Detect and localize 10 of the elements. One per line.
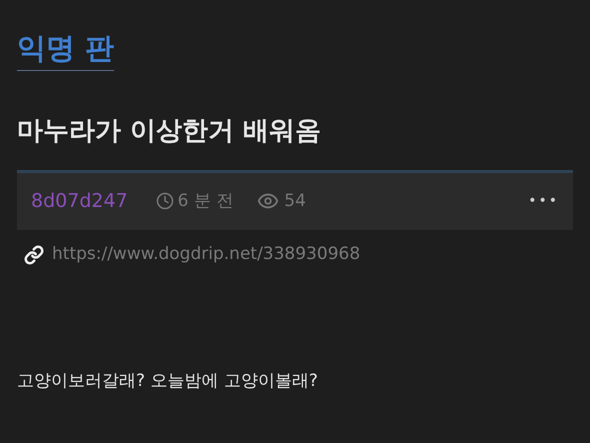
more-button[interactable]: ••• xyxy=(528,190,559,212)
clock-icon xyxy=(156,192,174,210)
author-name[interactable]: 8d07d247 xyxy=(31,187,128,216)
view-count: 54 xyxy=(284,190,306,212)
post-url[interactable]: https://www.dogdrip.net/338930968 xyxy=(52,242,360,268)
post-time: 6 분 전 xyxy=(178,190,234,212)
link-icon xyxy=(24,244,44,264)
post-title: 마누라가 이상한거 배워옴 xyxy=(17,115,322,148)
board-title[interactable]: 익명 판 xyxy=(17,30,114,72)
post-body: 고양이보러갈래? 오늘밤에 고양이볼래? xyxy=(17,370,319,394)
